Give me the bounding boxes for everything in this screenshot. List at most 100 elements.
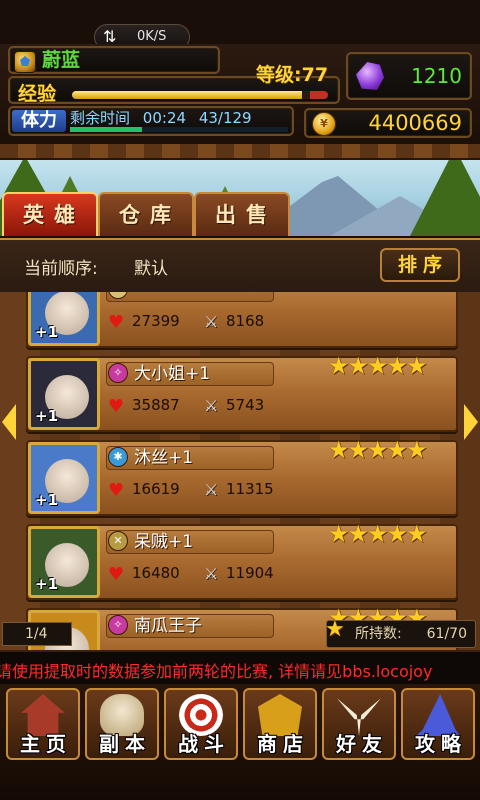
gem-icon [356,62,384,90]
gold-coin-icon: ¥ [312,112,336,136]
news-ticker: 请使用提取时的数据参加前两轮的比赛, 详情请见bbs.locojoy [0,650,480,686]
hero-attack: 11315 [226,480,274,498]
hero-attack: 11904 [226,564,274,582]
nav-button-4[interactable]: 好友 [322,688,396,760]
nav-button-1[interactable]: 副本 [85,688,159,760]
crossed-swords-icon: ⚔ [204,564,219,583]
star-icon: ★ [325,617,345,642]
nav-label: 商店 [257,732,309,756]
heart-icon: ♥ [108,480,125,501]
hero-portrait[interactable]: +1 [28,442,100,514]
hero-name: 南瓜王子 [134,616,202,636]
hero-hp: 27399 [132,312,180,330]
hero-hp: 35887 [132,396,180,414]
exp-label: 经验 [18,83,57,105]
hero-plus-tag: +1 [35,491,59,509]
hero-card[interactable]: +1 ✦ ♥ 27399 ⚔ 8168 ★★★★★ [26,292,458,348]
gem-count: 1210 [411,64,462,88]
exp-bar-fill [72,91,303,99]
tab-heroes[interactable]: 英雄 [2,192,98,236]
hero-attack: 5743 [226,396,265,414]
remaining-time-label: 剩余时间 [70,109,131,127]
hero-stars: ★★★★★ [328,352,428,380]
stamina-bar [70,127,288,132]
stamina-panel: 体力 剩余时间 00:24 43/129 [8,106,294,136]
holdings-label: 所持数: [355,626,402,642]
heart-icon: ♥ [108,396,125,417]
hero-name: 沐丝+1 [134,448,194,468]
hero-name-box: ✱ 沐丝+1 [106,446,274,470]
sort-button[interactable]: 排序 [380,248,460,282]
hero-plus-tag: +1 [35,323,59,341]
ticker-text: 请使用提取时的数据参加前两轮的比赛, 详情请见bbs.locojoy [0,662,433,681]
bottom-nav: 主页 副本 战斗 商店 好友 攻略 [0,684,480,800]
gold-count: 4400669 [368,111,462,135]
heart-icon: ♥ [108,312,125,333]
hero-card[interactable]: +1 ✕ 呆贼+1 ♥ 16480 ⚔ 11904 ★★★★★ [26,520,458,600]
nav-button-5[interactable]: 攻略 [401,688,475,760]
level-value: 77 [301,64,329,86]
hero-portrait[interactable]: +1 [28,292,100,346]
hero-name-box: ✦ [106,292,274,302]
stamina-info: 剩余时间 00:24 43/129 [70,107,260,128]
element-icon: ✱ [108,447,128,467]
hero-portrait[interactable]: +1 [28,358,100,430]
nav-button-0[interactable]: 主页 [6,688,80,760]
wood-border [0,144,480,160]
element-icon: ✦ [108,292,128,299]
stamina-label: 体力 [12,110,66,132]
rank-badge-icon [14,51,36,73]
sort-bar: 当前顺序: 默认 排序 [0,238,480,294]
nav-label: 好友 [336,732,388,756]
nav-label: 主页 [20,732,72,756]
stamina-value: 43/129 [198,109,252,127]
exp-bar [72,91,328,99]
hero-name-box: ✧ 南瓜王子 [106,614,274,638]
hero-stars: ★★★★★ [328,520,428,548]
hero-hp: 16480 [132,564,180,582]
nav-button-2[interactable]: 战斗 [164,688,238,760]
nav-label: 副本 [99,732,151,756]
hero-card[interactable]: +1 ✱ 沐丝+1 ♥ 16619 ⚔ 11315 ★★★★★ [26,436,458,516]
hero-name-box: ✕ 呆贼+1 [106,530,274,554]
nav-label: 攻略 [415,732,467,756]
exp-bar-end [310,91,328,99]
hero-name-box: ✧ 大小姐+1 [106,362,274,386]
hero-stars: ★★★★★ [328,292,428,296]
exp-panel: 经验 等级:77 [8,64,340,105]
gem-panel[interactable]: 1210 [346,52,472,100]
hero-attack: 8168 [226,312,265,330]
page-indicator: 1/4 [2,622,72,646]
element-icon: ✧ [108,363,128,383]
hero-hp: 16619 [132,480,180,498]
level-label: 等级: [256,64,302,86]
crossed-swords-icon: ⚔ [204,396,219,415]
nav-button-3[interactable]: 商店 [243,688,317,760]
tab-bar: 英雄 仓库 出售 [0,192,480,238]
sort-value: 默认 [134,259,168,279]
element-icon: ✕ [108,531,128,551]
sort-label: 当前顺序: [24,259,98,279]
crossed-swords-icon: ⚔ [204,480,219,499]
hero-name: 呆贼+1 [134,532,194,552]
hero-card[interactable]: +1 ✧ 大小姐+1 ♥ 35887 ⚔ 5743 ★★★★★ [26,352,458,432]
gold-panel[interactable]: ¥ 4400669 [304,108,472,138]
holdings-box: ★ 所持数: 61/70 [325,617,476,648]
element-icon: ✧ [108,615,128,635]
level-display: 等级:77 [256,60,328,87]
hero-name: 大小姐+1 [134,364,211,384]
tab-warehouse[interactable]: 仓库 [98,192,194,236]
player-name: 蔚蓝 [42,49,81,71]
hero-plus-tag: +1 [35,575,59,593]
holdings-value: 61/70 [426,626,467,642]
hero-list[interactable]: +1✦♥27399⚔8168★★★★★+1✧大小姐+1♥35887⚔5743★★… [0,292,480,650]
stamina-bar-fill [70,127,142,132]
crossed-swords-icon: ⚔ [204,312,219,331]
remaining-time: 00:24 [142,109,187,127]
player-name-panel[interactable]: 蔚蓝 [8,46,220,74]
hero-portrait[interactable]: +1 [28,526,100,598]
tab-sell[interactable]: 出售 [194,192,290,236]
hero-stars: ★★★★★ [328,436,428,464]
nav-label: 战斗 [178,732,230,756]
heart-icon: ♥ [108,564,125,585]
